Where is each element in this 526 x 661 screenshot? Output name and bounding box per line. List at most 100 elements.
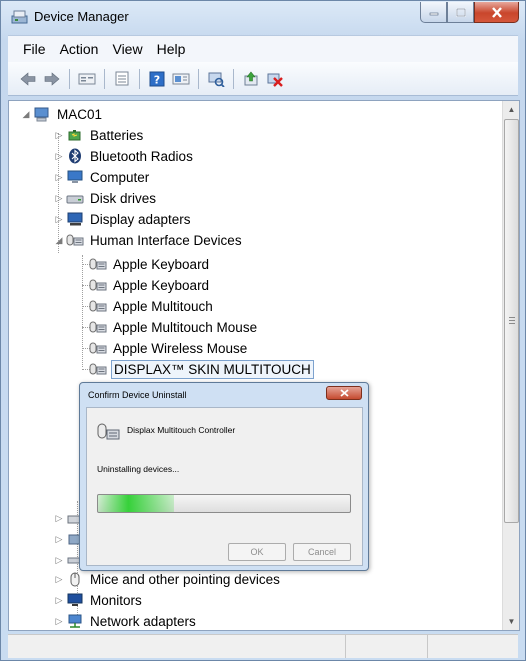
forward-icon — [44, 71, 59, 86]
tree-node-label: Apple Keyboard — [113, 277, 210, 293]
expand-icon[interactable]: ▷ — [53, 573, 65, 585]
update-driver-button[interactable] — [239, 68, 262, 90]
dialog-close-button[interactable] — [326, 386, 362, 400]
tree-root[interactable]: ◢ MAC01 — [20, 104, 104, 124]
toolbar-separator — [139, 68, 140, 89]
tree-node-display-adapters[interactable]: ▷ Display adapters — [53, 209, 193, 229]
expand-icon[interactable]: ▷ — [53, 192, 65, 204]
maximize-button[interactable] — [447, 2, 474, 23]
display-adapter-icon — [66, 211, 84, 227]
scan-hardware-icon — [208, 72, 225, 87]
device-manager-icon — [11, 8, 29, 26]
hid-icon — [89, 340, 107, 356]
forward-button[interactable] — [40, 68, 63, 90]
vertical-scrollbar[interactable]: ▲ ▼ — [502, 101, 519, 630]
expand-icon[interactable]: ▷ — [53, 129, 65, 141]
help-button[interactable]: ? — [145, 68, 168, 90]
list-view-icon — [115, 71, 128, 86]
tree-node-batteries[interactable]: ▷ Batteries — [53, 125, 145, 145]
dialog-device-name: Displax Multitouch Controller — [127, 425, 236, 435]
back-button[interactable] — [16, 68, 39, 90]
tree-node-label: Network adapters — [90, 613, 196, 629]
tree-node-human-interface-devices[interactable]: ◢ Human Interface Devices — [53, 230, 244, 250]
back-icon — [20, 71, 35, 86]
window-title: Device Manager — [34, 9, 129, 24]
computer-icon — [33, 106, 51, 122]
menu-view[interactable]: View — [105, 41, 149, 57]
tree-node-apple-multitouch-mouse[interactable]: Apple Multitouch Mouse — [89, 317, 259, 337]
tree-node-label: Display adapters — [90, 211, 191, 227]
hid-icon — [89, 256, 107, 272]
tree-node-label: Mice and other pointing devices — [90, 571, 280, 587]
expand-icon[interactable]: ▷ — [53, 594, 65, 606]
tree-node-apple-keyboard[interactable]: Apple Keyboard — [89, 254, 211, 274]
tree-node-label: Apple Keyboard — [113, 256, 210, 272]
tree-node-label-selected: DISPLAX™ SKIN MULTITOUCH — [111, 359, 314, 379]
progress-fill — [98, 495, 174, 512]
list-view-button[interactable] — [110, 68, 133, 90]
collapse-icon[interactable]: ◢ — [53, 234, 65, 246]
expand-icon[interactable]: ▷ — [53, 615, 65, 627]
close-button[interactable] — [474, 2, 519, 23]
minimize-icon — [429, 12, 438, 16]
menu-action[interactable]: Action — [53, 41, 106, 57]
hid-icon — [89, 298, 107, 314]
mouse-icon — [66, 571, 84, 587]
tree-node-bluetooth-radios[interactable]: ▷ Bluetooth Radios — [53, 146, 195, 166]
scroll-up-icon[interactable]: ▲ — [503, 101, 519, 118]
properties-view-button[interactable] — [75, 68, 98, 90]
status-pane — [346, 635, 428, 658]
menu-help[interactable]: Help — [150, 41, 193, 57]
ok-button[interactable]: OK — [228, 543, 286, 561]
tree-node-label: Computer — [90, 169, 150, 185]
uninstall-button[interactable] — [263, 68, 286, 90]
disk-drive-icon — [66, 190, 84, 206]
menu-file[interactable]: File — [16, 41, 53, 57]
cancel-button[interactable]: Cancel — [293, 543, 351, 561]
scroll-thumb[interactable] — [504, 119, 519, 523]
device-view-button[interactable] — [169, 68, 192, 90]
toolbar-separator — [104, 68, 105, 89]
title-bar[interactable]: Device Manager — [1, 1, 525, 35]
scroll-down-icon[interactable]: ▼ — [503, 613, 519, 630]
hid-icon — [89, 361, 107, 377]
properties-view-icon — [78, 73, 95, 84]
tree-node-label: Apple Multitouch Mouse — [113, 319, 258, 335]
tree-node-network-adapters[interactable]: ▷ Network adapters — [53, 611, 198, 630]
tree-node-apple-wireless-mouse[interactable]: Apple Wireless Mouse — [89, 338, 249, 358]
device-manager-window: Device Manager File Action View Help ? ◢… — [0, 0, 526, 661]
help-icon: ? — [149, 71, 164, 86]
tree-node-mice[interactable]: ▷ Mice and other pointing devices — [53, 569, 282, 589]
tree-node-apple-keyboard-2[interactable]: Apple Keyboard — [89, 275, 211, 295]
maximize-icon — [455, 7, 466, 17]
collapse-icon[interactable]: ◢ — [20, 108, 32, 120]
computer-icon — [66, 169, 84, 185]
uninstall-icon — [267, 73, 283, 87]
tree-connector — [82, 255, 83, 367]
expand-icon[interactable]: ▷ — [53, 512, 65, 524]
expand-icon[interactable]: ▷ — [53, 554, 65, 566]
expand-icon[interactable]: ▷ — [53, 213, 65, 225]
scroll-grip-icon — [509, 317, 515, 325]
tree-node-monitors[interactable]: ▷ Monitors — [53, 590, 144, 610]
expand-icon[interactable]: ▷ — [53, 533, 65, 545]
hid-icon — [66, 232, 84, 248]
expand-icon[interactable]: ▷ — [53, 150, 65, 162]
tree-node-apple-multitouch[interactable]: Apple Multitouch — [89, 296, 215, 316]
dialog-status-text: Uninstalling devices... — [97, 464, 180, 474]
expand-icon[interactable]: ▷ — [53, 171, 65, 183]
tree-node-computer[interactable]: ▷ Computer — [53, 167, 151, 187]
close-icon — [339, 389, 349, 397]
hid-icon — [89, 319, 107, 335]
minimize-button[interactable] — [420, 2, 447, 23]
hid-icon — [96, 420, 120, 442]
tree-node-label: Batteries — [90, 127, 144, 143]
tree-node-disk-drives[interactable]: ▷ Disk drives — [53, 188, 158, 208]
tree-node-displax-skin-multitouch[interactable]: DISPLAX™ SKIN MULTITOUCH — [89, 359, 314, 379]
scan-hardware-button[interactable] — [204, 68, 227, 90]
network-adapter-icon — [66, 613, 84, 629]
battery-icon — [66, 127, 84, 143]
window-controls — [420, 2, 519, 23]
toolbar-separator — [198, 68, 199, 89]
update-driver-icon — [244, 71, 257, 85]
